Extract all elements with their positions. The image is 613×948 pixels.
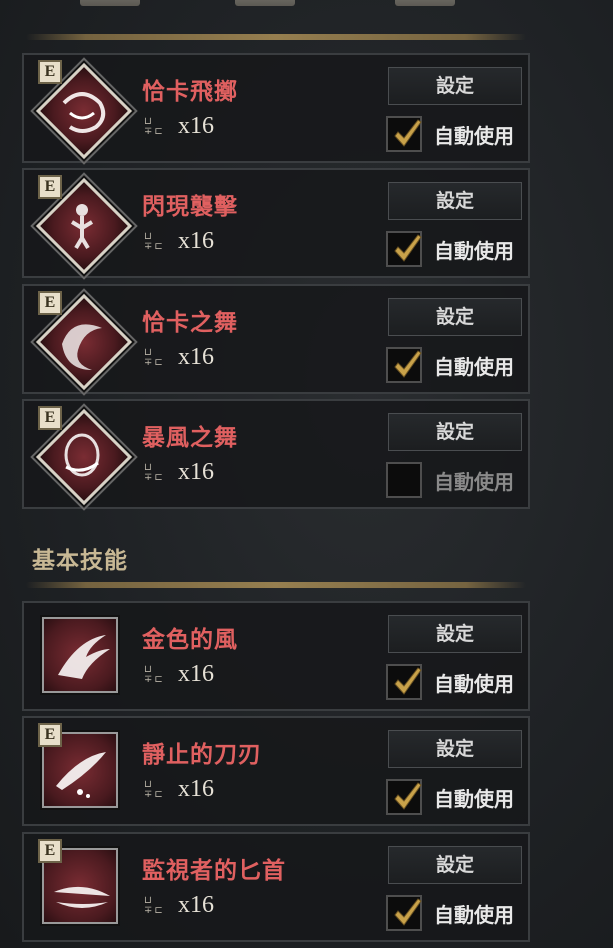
watcher-dagger-icon[interactable]: E — [36, 839, 128, 934]
skill-card: E 靜止的刀刃 ⊔ ∓⊏ x16 設定自動使用 — [22, 716, 530, 826]
settings-button[interactable]: 設定 — [388, 730, 522, 768]
checkmark-icon — [394, 898, 422, 926]
settings-button[interactable]: 設定 — [388, 413, 522, 451]
tab-1[interactable] — [80, 0, 140, 6]
auto-use-toggle[interactable]: 自動使用 — [386, 663, 526, 701]
skill-card: 金色的風 ⊔ ∓⊏ x16 設定自動使用 — [22, 601, 530, 711]
tab-3[interactable] — [395, 0, 455, 6]
auto-use-toggle[interactable]: 自動使用 — [386, 461, 526, 499]
auto-use-checkbox[interactable] — [386, 895, 422, 931]
equipped-badge: E — [38, 723, 62, 747]
skill-count-value: x16 — [178, 459, 214, 485]
skill-name: 閃現襲擊 — [142, 194, 238, 220]
item-count-icon: ⊔ ∓⊏ — [144, 779, 165, 800]
equipped-badge: E — [38, 839, 62, 863]
skill-name: 監視者的匕首 — [142, 858, 286, 884]
auto-use-toggle[interactable]: 自動使用 — [386, 778, 526, 816]
settings-button[interactable]: 設定 — [388, 67, 522, 105]
settings-button[interactable]: 設定 — [388, 298, 522, 336]
settings-button[interactable]: 設定 — [388, 182, 522, 220]
auto-use-label: 自動使用 — [434, 470, 514, 494]
item-count-icon: ⊔ ∓⊏ — [144, 231, 165, 252]
auto-use-checkbox[interactable] — [386, 347, 422, 383]
tab-2[interactable] — [235, 0, 295, 6]
skill-card: E 暴風之舞 ⊔ ∓⊏ x16 設定自動使用 — [22, 399, 530, 509]
auto-use-toggle[interactable]: 自動使用 — [386, 346, 526, 384]
auto-use-checkbox[interactable] — [386, 231, 422, 267]
auto-use-label: 自動使用 — [434, 239, 514, 263]
settings-button[interactable]: 設定 — [388, 846, 522, 884]
section-divider — [26, 34, 526, 40]
skill-name: 金色的風 — [142, 627, 238, 653]
skill-count-value: x16 — [178, 776, 214, 802]
chakram-throw-icon[interactable]: E — [35, 60, 133, 160]
skill-icon-art — [58, 635, 110, 679]
skill-card: E 恰卡飛擲 ⊔ ∓⊏ x16 設定自動使用 — [22, 53, 530, 163]
auto-use-toggle[interactable]: 自動使用 — [386, 230, 526, 268]
golden-wind-icon[interactable] — [36, 611, 128, 703]
skill-name: 暴風之舞 — [142, 425, 238, 451]
auto-use-label: 自動使用 — [434, 672, 514, 696]
storm-dance-icon[interactable]: E — [35, 406, 133, 506]
skill-name: 恰卡飛擲 — [142, 79, 238, 105]
skill-count-value: x16 — [178, 344, 214, 370]
equipped-badge: E — [38, 60, 62, 84]
settings-button[interactable]: 設定 — [388, 615, 522, 653]
checkmark-icon — [394, 119, 422, 147]
still-blade-icon[interactable]: E — [36, 723, 128, 818]
skill-card: E 監視者的匕首 ⊔ ∓⊏ x16 設定自動使用 — [22, 832, 530, 942]
auto-use-checkbox[interactable] — [386, 664, 422, 700]
equipped-badge: E — [38, 406, 62, 430]
item-count-icon: ⊔ ∓⊏ — [144, 116, 165, 137]
equipped-badge: E — [38, 291, 62, 315]
chakram-dance-icon[interactable]: E — [35, 291, 133, 391]
auto-use-label: 自動使用 — [434, 903, 514, 927]
auto-use-checkbox[interactable] — [386, 779, 422, 815]
skill-count-value: x16 — [178, 228, 214, 254]
skill-count-value: x16 — [178, 113, 214, 139]
checkmark-icon — [394, 350, 422, 378]
section-divider — [26, 582, 526, 588]
auto-use-label: 自動使用 — [434, 124, 514, 148]
auto-use-label: 自動使用 — [434, 787, 514, 811]
basic-skills-title: 基本技能 — [32, 548, 128, 574]
skill-card: E 恰卡之舞 ⊔ ∓⊏ x16 設定自動使用 — [22, 284, 530, 394]
skill-count-value: x16 — [178, 661, 214, 687]
auto-use-checkbox[interactable] — [386, 116, 422, 152]
skill-name: 靜止的刀刃 — [142, 742, 262, 768]
checkmark-icon — [394, 234, 422, 262]
auto-use-checkbox[interactable] — [386, 462, 422, 498]
item-count-icon: ⊔ ∓⊏ — [144, 462, 165, 483]
skill-name: 恰卡之舞 — [142, 310, 238, 336]
flash-strike-icon[interactable]: E — [35, 175, 133, 275]
auto-use-toggle[interactable]: 自動使用 — [386, 115, 526, 153]
item-count-icon: ⊔ ∓⊏ — [144, 664, 165, 685]
top-tabs — [0, 0, 613, 20]
equipped-badge: E — [38, 175, 62, 199]
auto-use-toggle[interactable]: 自動使用 — [386, 894, 526, 932]
auto-use-label: 自動使用 — [434, 355, 514, 379]
skill-card: E 閃現襲擊 ⊔ ∓⊏ x16 設定自動使用 — [22, 168, 530, 278]
skill-count-value: x16 — [178, 892, 214, 918]
checkmark-icon — [394, 782, 422, 810]
checkmark-icon — [394, 667, 422, 695]
item-count-icon: ⊔ ∓⊏ — [144, 347, 165, 368]
item-count-icon: ⊔ ∓⊏ — [144, 895, 165, 916]
